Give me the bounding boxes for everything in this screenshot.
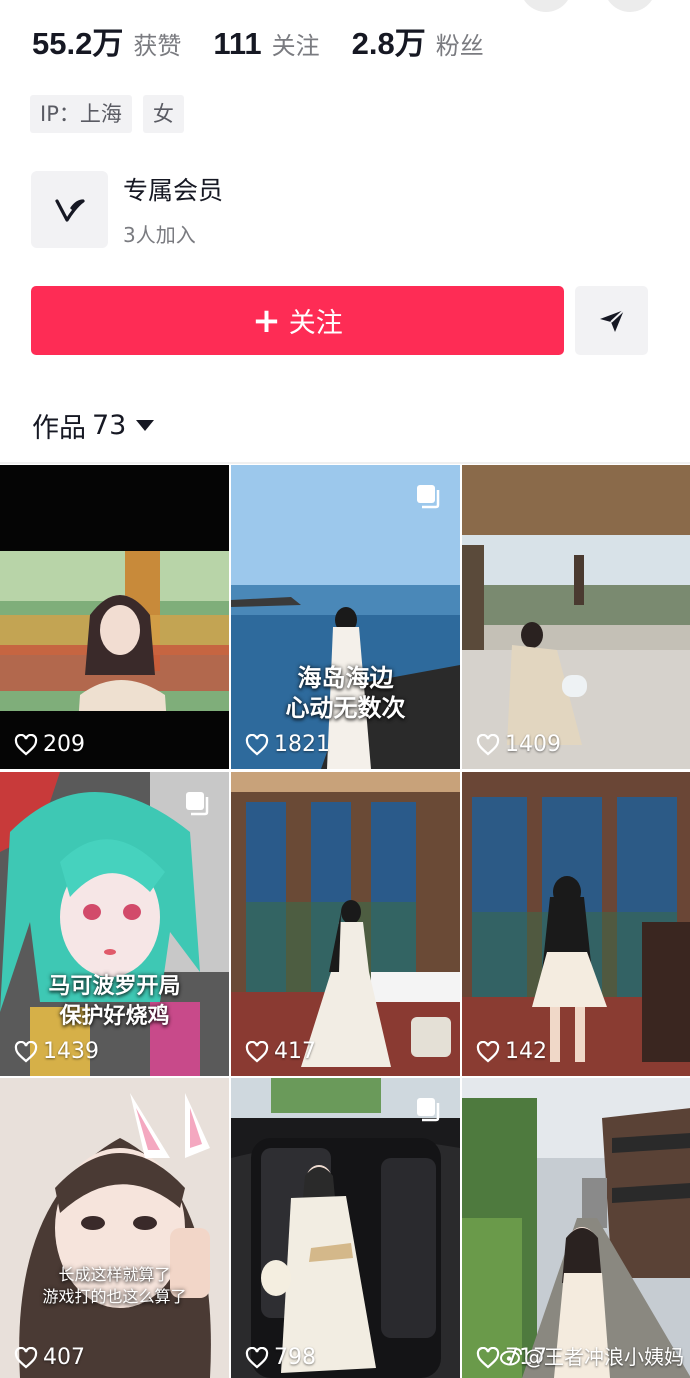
video-thumbnail[interactable]: 209 <box>0 465 229 769</box>
thumbnail-image <box>231 772 460 1076</box>
likes-count: 417 <box>274 1039 316 1064</box>
top-circle-button-left[interactable] <box>520 0 572 12</box>
video-thumbnail[interactable]: 1409 <box>462 465 690 769</box>
video-thumbnail[interactable]: 海岛海边 心动无数次 1821 <box>231 465 460 769</box>
video-grid: 209 海岛海边 心动无数次 1821 1409 马可波罗开局 保护好烧鸡 14… <box>0 465 690 1378</box>
stat-likes-label: 获赞 <box>133 32 182 60</box>
multi-image-icon <box>417 485 440 509</box>
likes-counter: 209 <box>14 732 85 757</box>
plus-icon: + <box>252 300 281 341</box>
caption-line: 游戏打的也这么算了 <box>42 1287 187 1306</box>
video-thumbnail[interactable]: 798 <box>231 1078 460 1378</box>
likes-counter: 1439 <box>14 1039 99 1064</box>
watermark: @王者冲浪小姨妈 <box>500 1341 684 1370</box>
likes-counter: 1821 <box>245 732 330 757</box>
likes-counter: 142 <box>476 1039 547 1064</box>
send-message-button[interactable] <box>575 286 648 355</box>
video-caption: 海岛海边 心动无数次 <box>231 663 460 723</box>
member-subtitle: 3人加入 <box>123 223 196 247</box>
stat-followers[interactable]: 2.8万 粉丝 <box>352 18 484 63</box>
heart-icon <box>14 1346 38 1368</box>
heart-icon <box>476 733 500 755</box>
video-thumbnail[interactable]: 马可波罗开局 保护好烧鸡 1439 <box>0 772 229 1076</box>
caption-line: 保护好烧鸡 <box>59 1004 170 1029</box>
likes-counter: 417 <box>245 1039 316 1064</box>
thumbnail-image <box>0 465 229 769</box>
likes-count: 407 <box>43 1345 85 1370</box>
heart-icon <box>245 733 269 755</box>
video-thumbnail[interactable]: 417 <box>231 772 460 1076</box>
tag-gender: 女 <box>142 95 184 133</box>
likes-count: 798 <box>274 1345 316 1370</box>
video-caption: 长成这样就算了 游戏打的也这么算了 <box>0 1264 229 1308</box>
likes-counter: 407 <box>14 1345 85 1370</box>
stat-followers-value: 2.8万 <box>351 26 426 61</box>
member-title: 专属会员 <box>123 176 224 205</box>
heart-icon <box>476 1346 500 1368</box>
heart-icon <box>14 733 38 755</box>
caption-line: 长成这样就算了 <box>58 1265 171 1284</box>
heart-icon <box>245 1346 269 1368</box>
thumbnail-image <box>231 465 460 769</box>
caption-line: 马可波罗开局 <box>48 974 181 999</box>
divider <box>0 462 690 464</box>
tag-ip-location: IP：上海 <box>30 95 132 133</box>
exclusive-member-entry[interactable]: 专属会员 3人加入 <box>31 171 223 248</box>
stat-likes[interactable]: 55.2万 获赞 <box>32 18 181 63</box>
video-caption: 马可波罗开局 保护好烧鸡 <box>0 972 229 1032</box>
follow-button[interactable]: + 关注 <box>31 286 564 355</box>
caption-line: 心动无数次 <box>285 694 406 722</box>
likes-count: 142 <box>505 1039 547 1064</box>
watermark-text: @王者冲浪小姨妈 <box>524 1345 684 1369</box>
top-circle-button-right[interactable] <box>604 0 656 12</box>
multi-image-icon <box>186 792 209 816</box>
works-label: 作品 <box>32 413 86 444</box>
video-thumbnail[interactable]: 长成这样就算了 游戏打的也这么算了 407 <box>0 1078 229 1378</box>
send-icon <box>599 308 625 332</box>
stat-following-value: 111 <box>213 26 262 61</box>
caret-down-icon <box>136 420 155 431</box>
v-logo-icon <box>31 171 108 248</box>
likes-count: 1821 <box>274 732 330 757</box>
likes-count: 209 <box>43 732 85 757</box>
likes-count: 1409 <box>505 732 561 757</box>
heart-icon <box>476 1040 500 1062</box>
heart-icon <box>245 1040 269 1062</box>
profile-tags: IP：上海 女 <box>30 95 195 133</box>
heart-icon <box>14 1040 38 1062</box>
video-thumbnail[interactable]: 142 <box>462 772 690 1076</box>
thumbnail-image <box>462 772 690 1076</box>
likes-counter: 798 <box>245 1345 316 1370</box>
likes-count: 1439 <box>43 1039 99 1064</box>
weibo-icon <box>500 1347 522 1365</box>
thumbnail-image <box>462 1078 690 1378</box>
stat-following[interactable]: 111 关注 <box>213 26 319 62</box>
thumbnail-image <box>0 1078 229 1378</box>
stat-likes-value: 55.2万 <box>32 26 124 61</box>
thumbnail-image <box>231 1078 460 1378</box>
follow-button-label: 关注 <box>288 308 343 339</box>
works-tab[interactable]: 作品 73 <box>32 406 155 445</box>
thumbnail-image <box>462 465 690 769</box>
video-thumbnail[interactable]: 717 <box>462 1078 690 1378</box>
profile-stats: 55.2万 获赞 111 关注 2.8万 粉丝 <box>32 18 516 63</box>
top-partial-buttons <box>0 0 690 12</box>
multi-image-icon <box>417 1098 440 1122</box>
stat-following-label: 关注 <box>271 32 320 60</box>
caption-line: 海岛海边 <box>297 664 394 692</box>
stat-followers-label: 粉丝 <box>435 32 484 60</box>
works-count: 73 <box>92 410 127 441</box>
likes-counter: 1409 <box>476 732 561 757</box>
